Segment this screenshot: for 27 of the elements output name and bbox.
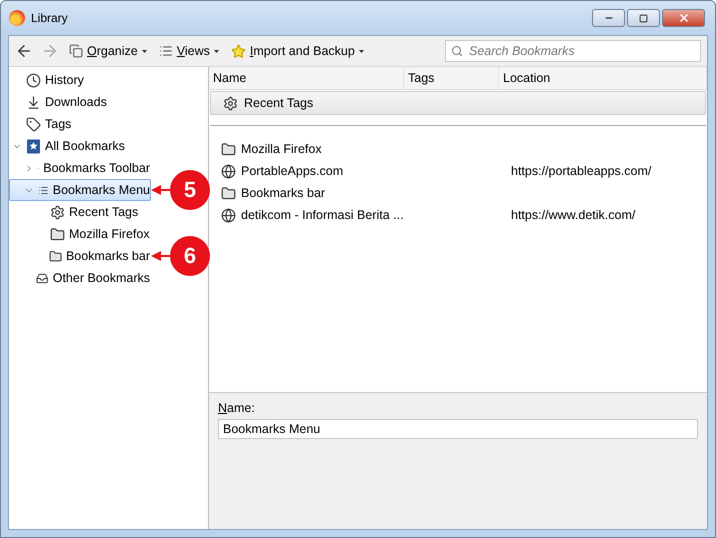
- window-title: Library: [31, 11, 69, 25]
- name-field[interactable]: Bookmarks Menu: [218, 419, 698, 439]
- tree-item[interactable]: Tags: [9, 113, 151, 135]
- search-field[interactable]: Search Bookmarks: [445, 40, 701, 62]
- list-row[interactable]: PortableApps.com https://portableapps.com/: [209, 160, 707, 182]
- search-input[interactable]: Search Bookmarks: [467, 43, 695, 59]
- callout-number: 5: [170, 170, 210, 210]
- list-row[interactable]: Mozilla Firefox: [209, 138, 707, 160]
- column-heading[interactable]: Location: [499, 67, 707, 89]
- tree-item[interactable]: Downloads: [9, 91, 151, 113]
- column-heading[interactable]: Name: [209, 67, 404, 89]
- column-heading[interactable]: Tags: [404, 67, 499, 89]
- tree-item[interactable]: Mozilla Firefox: [9, 223, 151, 245]
- toolbar-menu[interactable]: Views: [156, 42, 221, 60]
- tree-item[interactable]: Recent Tags: [9, 201, 151, 223]
- tree-item[interactable]: Other Bookmarks: [9, 267, 151, 289]
- toolbar-menu[interactable]: Import and Backup: [228, 42, 366, 60]
- list-row[interactable]: Bookmarks bar: [209, 182, 707, 204]
- toolbar-menu[interactable]: Organize: [67, 42, 149, 60]
- callout-number: 6: [170, 236, 210, 276]
- tree-item[interactable]: History: [9, 69, 151, 91]
- tree-item[interactable]: All Bookmarks: [9, 135, 151, 157]
- tree-item[interactable]: Bookmarks bar: [9, 245, 151, 267]
- tree-item[interactable]: Bookmarks Toolbar: [9, 157, 151, 179]
- name-label: Name:: [218, 401, 256, 415]
- tree-item[interactable]: Bookmarks Menu: [9, 179, 151, 201]
- list-row[interactable]: detikcom - Informasi Berita ... https://www.detik.com/: [209, 204, 707, 226]
